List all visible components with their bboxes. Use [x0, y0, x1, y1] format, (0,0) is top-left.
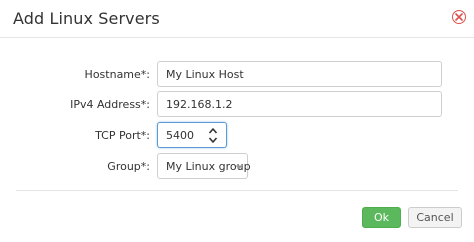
hostname-input[interactable] — [157, 61, 442, 87]
tcp-port-value[interactable]: 5400 — [166, 129, 194, 142]
spinner-arrows-icon[interactable] — [208, 127, 218, 144]
group-label: Group*: — [107, 160, 150, 173]
dialog-title: Add Linux Servers — [13, 9, 160, 28]
footer-divider — [16, 190, 458, 191]
ok-button[interactable]: Ok — [362, 207, 401, 228]
tcp-port-row: TCP Port*: 5400 — [0, 122, 474, 150]
group-row: Group*: My Linux group — [0, 153, 474, 181]
chevron-down-icon — [235, 165, 243, 170]
group-select[interactable]: My Linux group — [157, 153, 251, 179]
ipv4-input[interactable] — [157, 91, 442, 117]
tcp-port-label: TCP Port*: — [95, 129, 150, 142]
spinner-down-icon[interactable] — [208, 136, 218, 144]
ipv4-label: IPv4 Address*: — [70, 98, 150, 111]
dialog-header: Add Linux Servers — [0, 0, 474, 38]
spinner-up-icon[interactable] — [208, 127, 218, 135]
close-icon[interactable] — [452, 10, 466, 24]
add-linux-servers-dialog: Add Linux Servers Hostname*: IPv4 Addres… — [0, 0, 474, 242]
tcp-port-input[interactable]: 5400 — [157, 122, 227, 148]
hostname-label: Hostname*: — [84, 68, 150, 81]
ipv4-row: IPv4 Address*: — [0, 91, 474, 119]
hostname-row: Hostname*: — [0, 61, 474, 89]
cancel-button[interactable]: Cancel — [408, 207, 462, 228]
